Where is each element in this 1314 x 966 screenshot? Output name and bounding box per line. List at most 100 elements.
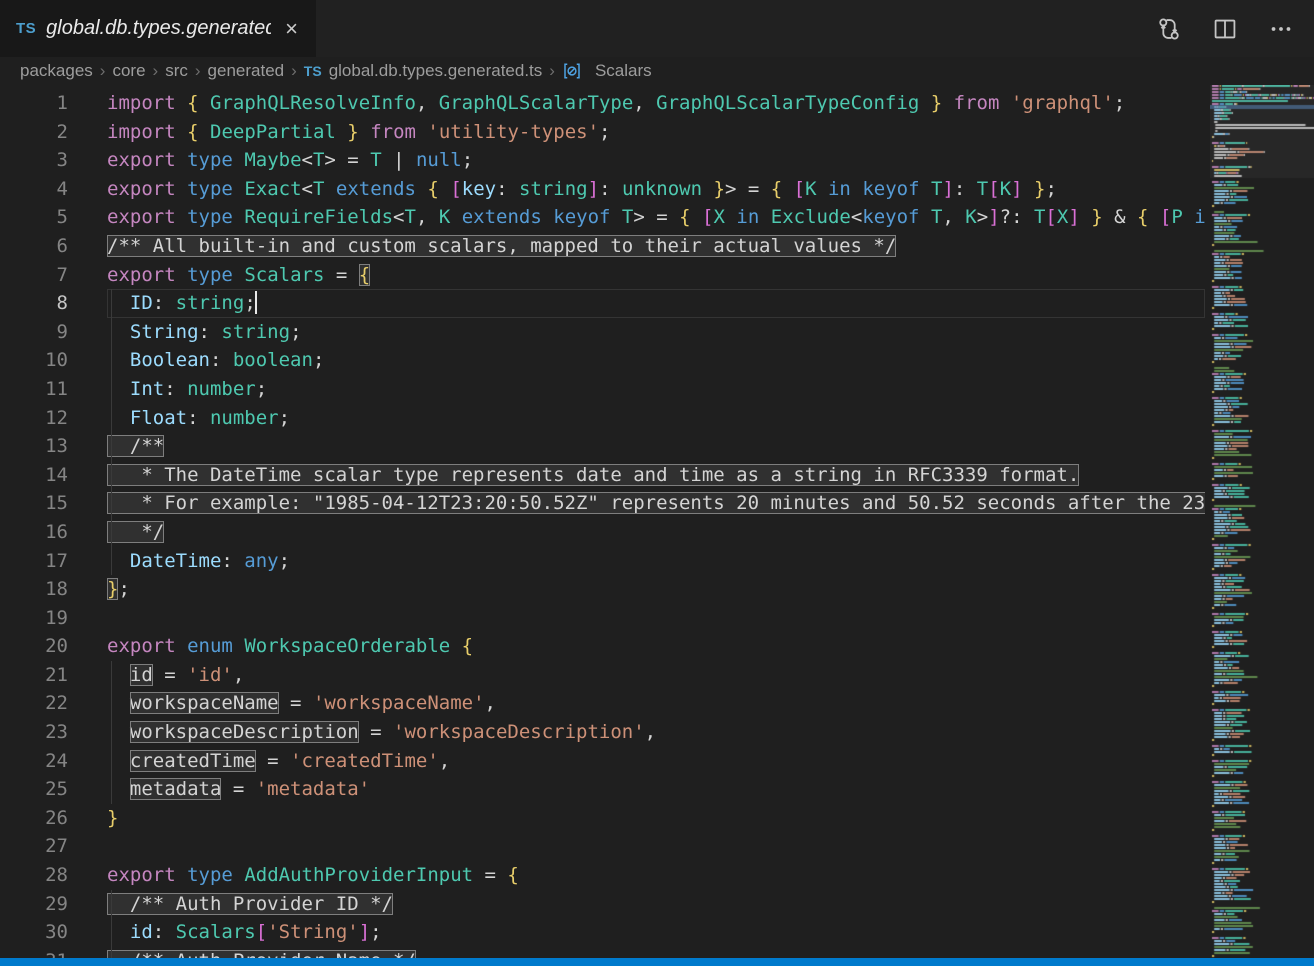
breadcrumb-core[interactable]: core (110, 61, 147, 81)
line-number: 12 (0, 404, 68, 433)
indent-guide (111, 375, 112, 404)
code-line-3: export type Maybe<T> = T | null; (107, 146, 1205, 175)
line-number: 19 (0, 604, 68, 633)
code-line-24: createdTime = 'createdTime', (107, 747, 1205, 776)
breadcrumb-packages[interactable]: packages (18, 61, 95, 81)
indent-guide (111, 890, 112, 919)
indent-guide (111, 947, 112, 958)
chevron-right-icon: › (95, 61, 111, 81)
code-line-18: }; (107, 575, 1205, 604)
minimap-canvas (1210, 85, 1314, 958)
code-line-13: /** (107, 432, 1205, 461)
code-line-25: metadata = 'metadata' (107, 775, 1205, 804)
indent-guide (111, 318, 112, 347)
editor-actions (1156, 0, 1314, 57)
line-number: 1 (0, 89, 68, 118)
line-number: 30 (0, 918, 68, 947)
code-line-12: Float: number; (107, 404, 1205, 433)
code-line-15: * For example: "1985-04-12T23:20:50.52Z"… (107, 489, 1205, 518)
line-number: 6 (0, 232, 68, 261)
indent-guide (111, 461, 112, 490)
code-line-11: Int: number; (107, 375, 1205, 404)
chevron-right-icon: › (148, 61, 164, 81)
code-line-10: Boolean: boolean; (107, 346, 1205, 375)
code-editor[interactable]: 1234567891011121314151617181920212223242… (0, 85, 1314, 958)
line-number: 7 (0, 261, 68, 290)
typescript-file-icon: TS (304, 63, 322, 79)
chevron-right-icon: › (544, 61, 560, 81)
code-line-9: String: string; (107, 318, 1205, 347)
code-line-16: */ (107, 518, 1205, 547)
chevron-right-icon: › (190, 61, 206, 81)
breadcrumb-file[interactable]: TS global.db.types.generated.ts (302, 61, 545, 81)
typescript-file-icon: TS (16, 20, 36, 37)
indent-guide (111, 404, 112, 433)
symbol-type-icon (562, 61, 582, 81)
line-number: 16 (0, 518, 68, 547)
line-number: 8 (0, 289, 68, 318)
text-cursor (255, 291, 257, 314)
tab-global-db-types-generated[interactable]: TS global.db.types.generated.ts × (0, 0, 316, 57)
code-line-31: /** Auth Provider Name */ (107, 947, 1205, 958)
breadcrumb-symbol-scalars[interactable]: Scalars (560, 61, 654, 81)
code-line-23: workspaceDescription = 'workspaceDescrip… (107, 718, 1205, 747)
line-number: 24 (0, 747, 68, 776)
line-number: 18 (0, 575, 68, 604)
indent-guide (111, 518, 112, 547)
indent-guide (111, 718, 112, 747)
indent-guide (111, 346, 112, 375)
line-number: 4 (0, 175, 68, 204)
line-number: 20 (0, 632, 68, 661)
line-number: 10 (0, 346, 68, 375)
indent-guide (111, 775, 112, 804)
line-number: 22 (0, 689, 68, 718)
code-line-7: export type Scalars = { (107, 261, 1205, 290)
chevron-right-icon: › (286, 61, 302, 81)
breadcrumb-symbol-label: Scalars (595, 61, 652, 81)
compare-changes-icon[interactable] (1156, 16, 1182, 42)
line-number: 21 (0, 661, 68, 690)
close-tab-icon[interactable]: × (281, 16, 302, 42)
indent-guide (111, 689, 112, 718)
line-number: 23 (0, 718, 68, 747)
line-number: 17 (0, 547, 68, 576)
breadcrumb-file-label: global.db.types.generated.ts (329, 61, 543, 81)
indent-guide (111, 547, 112, 576)
code-line-21: id = 'id', (107, 661, 1205, 690)
line-number: 31 (0, 947, 68, 958)
indent-guide (111, 747, 112, 776)
code-line-4: export type Exact<T extends { [key: stri… (107, 175, 1205, 204)
indent-guide (111, 918, 112, 947)
minimap[interactable] (1210, 85, 1314, 958)
code-line-26: } (107, 804, 1205, 833)
indent-guide (111, 489, 112, 518)
line-number: 13 (0, 432, 68, 461)
code-line-2: import { DeepPartial } from 'utility-typ… (107, 118, 1205, 147)
line-number: 29 (0, 890, 68, 919)
line-number: 28 (0, 861, 68, 890)
line-number: 25 (0, 775, 68, 804)
line-number: 11 (0, 375, 68, 404)
split-editor-icon[interactable] (1212, 16, 1238, 42)
line-number: 27 (0, 832, 68, 861)
breadcrumb-generated[interactable]: generated (206, 61, 287, 81)
code-line-30: id: Scalars['String']; (107, 918, 1205, 947)
more-actions-icon[interactable] (1268, 16, 1294, 42)
status-bar[interactable] (0, 958, 1314, 966)
tab-title: global.db.types.generated.ts (46, 17, 271, 40)
line-number: 14 (0, 461, 68, 490)
code-line-6: /** All built-in and custom scalars, map… (107, 232, 1205, 261)
code-line-28: export type AddAuthProviderInput = { (107, 861, 1205, 890)
code-content[interactable]: import { GraphQLResolveInfo, GraphQLScal… (107, 89, 1205, 958)
breadcrumb-src[interactable]: src (163, 61, 190, 81)
code-line-27 (107, 832, 1205, 861)
line-number: 9 (0, 318, 68, 347)
code-line-1: import { GraphQLResolveInfo, GraphQLScal… (107, 89, 1205, 118)
line-number: 5 (0, 203, 68, 232)
code-line-19 (107, 604, 1205, 633)
indent-guide (111, 661, 112, 690)
code-line-5: export type RequireFields<T, K extends k… (107, 203, 1205, 232)
editor-tab-bar: TS global.db.types.generated.ts × (0, 0, 1314, 57)
code-line-22: workspaceName = 'workspaceName', (107, 689, 1205, 718)
line-number-gutter: 1234567891011121314151617181920212223242… (0, 89, 68, 958)
